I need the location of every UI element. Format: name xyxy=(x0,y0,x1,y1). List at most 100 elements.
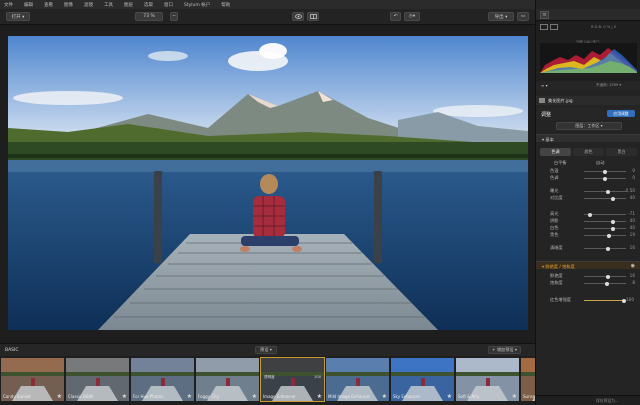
slider-track[interactable] xyxy=(584,274,626,279)
filmstrip-header: BASIC 预设 ▾ + 增加预设 ▾ xyxy=(0,343,535,356)
menu-item[interactable]: 选取 xyxy=(144,2,153,8)
preset-thumbnail[interactable]: Mild Image Enhancer ★ xyxy=(326,358,389,401)
slider-value: 16 xyxy=(629,245,635,250)
slider-label: 曝光 xyxy=(550,188,559,193)
slider-value: 19 xyxy=(629,232,635,237)
slider-track[interactable] xyxy=(584,169,626,174)
slider-knob[interactable] xyxy=(603,169,607,174)
save-preset-link[interactable]: 保存预设为... xyxy=(596,398,619,404)
star-icon[interactable]: ★ xyxy=(382,393,387,400)
preset-thumbnail[interactable]: Foggy City ★ xyxy=(196,358,259,401)
slider-knob[interactable] xyxy=(611,219,616,224)
right-panel: ≡ R:G:B: 0 % | 0 光圈 1/60 快门 ≡ ▾ 不适用: 139… xyxy=(535,0,640,405)
slider-knob[interactable] xyxy=(603,176,607,181)
menu-item[interactable]: 滤镜 xyxy=(84,2,93,8)
slider-label: 色调 xyxy=(550,175,559,180)
add-preset-button[interactable]: + 增加预设 ▾ xyxy=(488,346,522,354)
star-icon[interactable]: ★ xyxy=(122,393,127,400)
menu-item[interactable]: 窗口 xyxy=(164,2,173,8)
menu-item[interactable]: 图像 xyxy=(64,2,73,8)
preset-thumbnail[interactable]: Image Enhancer ★ 透明度 100 xyxy=(260,357,325,402)
toolbar: 打开 ▾ 73 % − ↶ ◷▾ 导出 ▾ ▭ xyxy=(0,9,535,25)
vibrance-section-label: ▾ 鲜艳度 / 饱和度 xyxy=(542,263,575,269)
zoom-dropdown[interactable]: 73 % xyxy=(135,12,163,21)
menu-item[interactable]: 文件 xyxy=(4,2,13,8)
slider-label: 色温 xyxy=(550,168,559,173)
slider-knob[interactable] xyxy=(611,196,616,201)
preset-group-label: BASIC xyxy=(5,348,19,353)
slider-track[interactable] xyxy=(584,246,626,251)
slider-track[interactable] xyxy=(584,176,626,181)
slider-knob[interactable] xyxy=(606,246,611,251)
slider-value: 0 xyxy=(632,175,635,180)
canvas-area xyxy=(0,25,535,343)
slider-label: 白色 xyxy=(550,225,559,230)
preset-category-dropdown[interactable]: 预设 ▾ xyxy=(255,346,277,354)
star-icon[interactable]: ★ xyxy=(512,393,517,400)
preset-thumbnail[interactable]: For Hue Photos ★ xyxy=(131,358,194,401)
menu-item[interactable]: 工具 xyxy=(104,2,113,8)
slider-label: 黑色 xyxy=(550,232,559,237)
visibility-icon[interactable]: ◉ xyxy=(631,263,635,269)
menu-item[interactable]: Stylum 帐户 xyxy=(184,2,210,8)
vibrance-section-header[interactable]: ▾ 鲜艳度 / 饱和度 ◉ xyxy=(536,261,640,269)
star-icon[interactable]: ★ xyxy=(187,393,192,400)
opacity-track[interactable] xyxy=(584,298,626,303)
history-icon[interactable]: ◷▾ xyxy=(404,12,420,21)
preset-label: Mild Image Enhancer xyxy=(328,394,371,399)
slider-label: 鲜艳度 xyxy=(550,273,563,278)
slider-knob[interactable] xyxy=(604,281,609,286)
star-icon[interactable]: ★ xyxy=(252,393,257,400)
slider-value: 16 xyxy=(629,273,635,278)
slider-track[interactable] xyxy=(584,196,626,201)
slider-knob[interactable] xyxy=(606,274,611,279)
menu-item[interactable]: 编辑 xyxy=(24,2,33,8)
slider-label: 阴影 xyxy=(550,218,559,223)
open-button[interactable]: 打开 ▾ xyxy=(6,12,30,21)
preset-label: Soft & Airy xyxy=(458,394,480,399)
preset-filmstrip: Candy Sunset ★ Classic B&W ★ For Hue Photos ★… xyxy=(0,356,584,405)
slider-value: 40 xyxy=(629,218,635,223)
slider-track[interactable] xyxy=(584,226,626,231)
slider-track[interactable] xyxy=(584,281,626,286)
preset-label: Sky Enhancer xyxy=(393,394,421,399)
slider-container: 色温 0 色调 0 曝光 0.50 对比度 40 高光 -71 阴影 40 白色 40 黑色 19 清晰度 16 鲜… xyxy=(536,0,640,405)
preset-thumbnail[interactable]: Candy Sunset ★ xyxy=(1,358,64,401)
slider-knob[interactable] xyxy=(606,189,611,194)
slider-label: 清晰度 xyxy=(550,245,563,250)
eye-icon[interactable] xyxy=(292,12,304,21)
export-button[interactable]: 导出 ▾ xyxy=(488,12,514,21)
slider-value: 40 xyxy=(629,195,635,200)
menu-item[interactable]: 图层 xyxy=(124,2,133,8)
slider-track[interactable] xyxy=(584,212,626,217)
slider-label: 高光 xyxy=(550,211,559,216)
slider-track[interactable] xyxy=(584,189,626,194)
star-icon[interactable]: ★ xyxy=(57,393,62,400)
slider-value: 0.50 xyxy=(625,188,635,193)
preset-thumbnail[interactable]: Sky Enhancer ★ xyxy=(391,358,454,401)
slider-knob[interactable] xyxy=(588,212,593,217)
star-icon[interactable]: ★ xyxy=(317,393,322,400)
slider-value: 0 xyxy=(632,168,635,173)
preset-thumbnail[interactable]: Classic B&W ★ xyxy=(66,358,129,401)
zoom-out-button[interactable]: − xyxy=(170,12,178,21)
toggle-panel-icon[interactable]: ▭ xyxy=(517,12,529,21)
slider-track[interactable] xyxy=(584,219,626,224)
slider-value: 40 xyxy=(629,225,635,230)
slider-knob[interactable] xyxy=(607,233,612,238)
menu-item[interactable]: 查看 xyxy=(44,2,53,8)
slider-knob[interactable] xyxy=(611,226,616,231)
slider-value: 8 xyxy=(632,280,635,285)
menu-item[interactable]: 帮助 xyxy=(221,2,230,8)
slider-value: -71 xyxy=(628,211,635,216)
slider-track[interactable] xyxy=(584,233,626,238)
star-icon[interactable]: ★ xyxy=(447,393,452,400)
preset-label: For Hue Photos xyxy=(133,394,164,399)
undo-icon[interactable]: ↶ xyxy=(390,12,401,21)
preset-opacity-amount: 100 xyxy=(314,375,321,379)
compare-icon[interactable] xyxy=(307,12,319,21)
preset-thumbnail[interactable]: Soft & Airy ★ xyxy=(456,358,519,401)
main-photo[interactable] xyxy=(8,36,528,330)
preset-label: Image Enhancer xyxy=(263,394,296,399)
slider-label: 对比度 xyxy=(550,195,563,200)
